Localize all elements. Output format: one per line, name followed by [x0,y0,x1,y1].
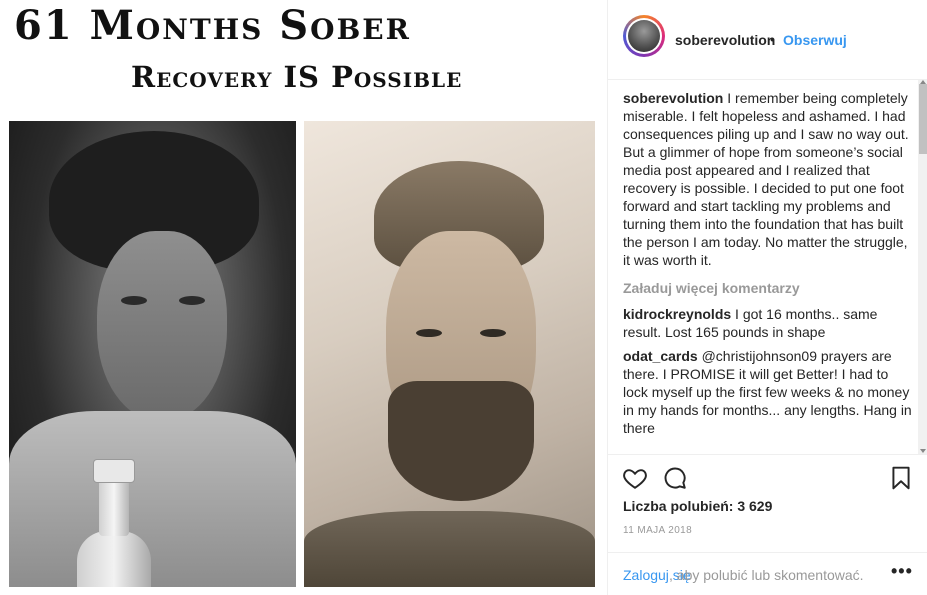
caption-username[interactable]: soberevolution [623,90,723,106]
image-headline: 61 Months Sober [14,2,411,49]
caption: soberevolution I remember being complete… [623,89,913,269]
comments-list: soberevolution I remember being complete… [623,89,913,453]
before-photo [9,121,296,587]
action-bar [608,454,927,494]
avatar[interactable] [623,15,665,57]
follow-button[interactable]: Obserwuj [783,32,847,48]
post-sidebar: soberevolution • Obserwuj soberevolution… [607,0,927,595]
list-item: kidrockreynolds I got 16 months.. same r… [623,305,913,341]
comment-username[interactable]: odat_cards [623,348,698,364]
comment-icon[interactable] [662,465,688,491]
scroll-down-arrow[interactable] [920,449,926,453]
image-subline: Recovery IS Possible [131,60,463,94]
comment-username[interactable]: kidrockreynolds [623,306,731,322]
heart-icon[interactable] [622,465,648,491]
bookmark-icon[interactable] [888,465,914,491]
list-item: odat_cards @christijohnson09 prayers are… [623,347,913,437]
header-username[interactable]: soberevolution [675,32,775,48]
scroll-thumb[interactable] [919,84,927,154]
load-more-comments-button[interactable]: Załaduj więcej komentarzy [623,279,913,297]
post-image[interactable]: 61 Months Sober Recovery IS Possible [0,0,607,595]
post-date: 11 MAJA 2018 [623,525,693,536]
comments-scrollbar[interactable] [918,80,927,454]
login-prompt-text: , aby polubić lub skomentować. [669,567,864,583]
likes-count[interactable]: Liczba polubień: 3 629 [623,498,772,514]
separator-dot: • [770,31,775,47]
after-photo [304,121,595,587]
post-header: soberevolution • Obserwuj [608,0,927,80]
more-options-icon[interactable]: ••• [891,561,913,582]
caption-text: I remember being completely miserable. I… [623,90,909,268]
login-bar: Zaloguj się , aby polubić lub skomentowa… [608,552,927,595]
